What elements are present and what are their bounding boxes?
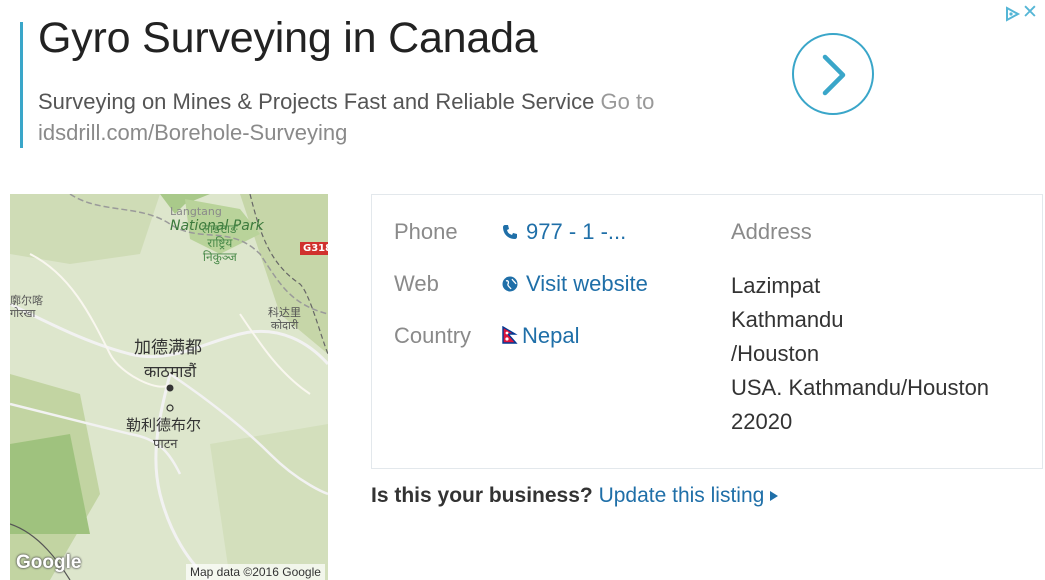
phone-label: Phone	[394, 219, 458, 244]
map-label-park-partial: Langtang	[170, 205, 222, 218]
map-label-gorkha: 廓尔喀 गोरखा	[10, 294, 43, 320]
location-map[interactable]: Langtang National Park लाङटाङ राष्ट्रिय …	[10, 194, 328, 580]
phone-icon	[502, 220, 518, 246]
nepal-flag-icon	[502, 324, 518, 350]
kodari-dev: कोदारी	[270, 319, 299, 332]
address-block: Lazimpat Kathmandu /Houston USA. Kathman…	[731, 269, 1031, 439]
park-dev-line-3: निकुञ्ज	[202, 250, 237, 264]
gorkha-zh: 廓尔喀	[10, 294, 43, 307]
map-label-lalitpur: 勒利德布尔	[126, 416, 202, 434]
ad-banner[interactable]: Gyro Surveying in Canada Surveying on Mi…	[0, 0, 1045, 160]
phone-link[interactable]: 977 - 1 -...	[502, 219, 626, 246]
address-line: /Houston	[731, 341, 820, 366]
country-value: Nepal	[522, 323, 580, 348]
address-line: 22020	[731, 409, 793, 434]
claim-business-row: Is this your business? Update this listi…	[371, 484, 779, 508]
kodari-zh: 科达里	[268, 306, 301, 319]
ad-go-button[interactable]	[792, 33, 874, 115]
country-link[interactable]: Nepal	[502, 323, 579, 350]
ad-accent-bar	[20, 22, 23, 148]
ad-url[interactable]: idsdrill.com/Borehole-Surveying	[38, 120, 347, 145]
map-label-patan-devanagari: पाटन	[153, 437, 178, 452]
road-shield: G318	[300, 242, 328, 255]
map-terrain	[10, 194, 328, 580]
update-listing-link[interactable]: Update this listing	[599, 484, 779, 507]
phone-value: 977 - 1 -...	[526, 219, 627, 244]
globe-icon	[502, 272, 518, 298]
adchoices-icon[interactable]	[1003, 5, 1021, 23]
address-line: USA. Kathmandu/Houston	[731, 375, 990, 400]
gorkha-dev: गोरखा	[10, 307, 36, 320]
google-logo[interactable]: Google	[16, 552, 81, 574]
ad-title[interactable]: Gyro Surveying in Canada	[38, 14, 538, 63]
visit-website-link[interactable]: Visit website	[502, 271, 648, 298]
map-label-park-devanagari: लाङटाङ राष्ट्रिय निकुञ्ज	[202, 222, 238, 264]
update-listing-text: Update this listing	[598, 484, 765, 507]
park-dev-line-1: लाङटाङ	[202, 222, 238, 236]
address-label: Address	[731, 219, 812, 244]
address-line: Lazimpat	[731, 273, 821, 298]
park-dev-line-2: राष्ट्रिय	[207, 236, 233, 250]
ad-goto-text: Go to	[600, 89, 655, 114]
map-label-kathmandu: 加德满都	[134, 338, 202, 358]
address-line: Kathmandu	[731, 307, 844, 332]
ad-description-text: Surveying on Mines & Projects Fast and R…	[38, 89, 595, 114]
map-credit: Map data ©2016 Google	[186, 564, 325, 580]
ad-description[interactable]: Surveying on Mines & Projects Fast and R…	[38, 86, 718, 148]
claim-business-question: Is this your business?	[371, 484, 593, 507]
map-label-kodari: 科达里 कोदारी	[268, 306, 301, 332]
business-info-panel: Phone 977 - 1 -... Web Visit website Cou…	[371, 194, 1043, 469]
web-label: Web	[394, 271, 439, 296]
triangle-right-icon	[770, 491, 779, 502]
close-icon[interactable]: ✕	[1022, 3, 1040, 23]
web-value: Visit website	[526, 271, 648, 296]
country-label: Country	[394, 323, 472, 348]
map-label-kathmandu-devanagari: काठमाडौं	[144, 362, 197, 381]
